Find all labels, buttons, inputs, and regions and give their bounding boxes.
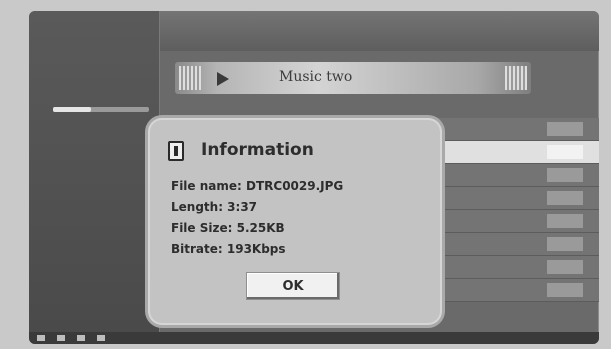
memory-bar-fill bbox=[53, 107, 92, 112]
play-icon bbox=[217, 72, 229, 86]
top-bar bbox=[160, 11, 599, 51]
left-menu bbox=[53, 266, 153, 311]
length-line: Length: 3:37 bbox=[171, 200, 258, 214]
information-icon bbox=[168, 141, 184, 161]
track-duration bbox=[547, 260, 583, 274]
bottom-hint bbox=[97, 335, 107, 342]
dialog-details: File name: DTRC0029.JPG Length: 3:37 Fil… bbox=[171, 176, 343, 260]
track-duration bbox=[547, 145, 583, 159]
track-duration bbox=[547, 237, 583, 251]
bottom-hint bbox=[57, 335, 67, 342]
track-duration bbox=[547, 122, 583, 136]
remote-key-icon bbox=[77, 335, 85, 341]
left-menu-item[interactable] bbox=[53, 281, 153, 296]
remote-key-icon bbox=[37, 335, 45, 341]
bitrate-line: Bitrate: 193Kbps bbox=[171, 242, 286, 256]
track-duration bbox=[547, 283, 583, 297]
left-panel bbox=[29, 11, 160, 334]
banner-left-cap bbox=[179, 66, 201, 90]
banner-right-cap bbox=[505, 66, 527, 90]
music-banner: Music two bbox=[175, 62, 531, 94]
remote-key-icon bbox=[97, 335, 105, 341]
dialog-title: Information bbox=[201, 140, 314, 160]
bottom-hint bbox=[77, 335, 87, 342]
track-duration bbox=[547, 214, 583, 228]
file-name-line: File name: DTRC0029.JPG bbox=[171, 179, 344, 193]
track-duration bbox=[547, 191, 583, 205]
information-dialog: Information File name: DTRC0029.JPG Leng… bbox=[148, 118, 442, 325]
banner-title: Music two bbox=[279, 69, 353, 85]
track-duration bbox=[547, 168, 583, 182]
left-menu-item[interactable] bbox=[53, 266, 153, 281]
memory-bar bbox=[53, 107, 149, 112]
ok-button[interactable]: OK bbox=[246, 272, 340, 300]
file-size-line: File Size: 5.25KB bbox=[171, 221, 285, 235]
bottom-hint bbox=[37, 335, 47, 342]
bottom-bar bbox=[29, 332, 599, 344]
remote-key-icon bbox=[57, 335, 65, 341]
left-menu-item[interactable] bbox=[53, 296, 153, 311]
